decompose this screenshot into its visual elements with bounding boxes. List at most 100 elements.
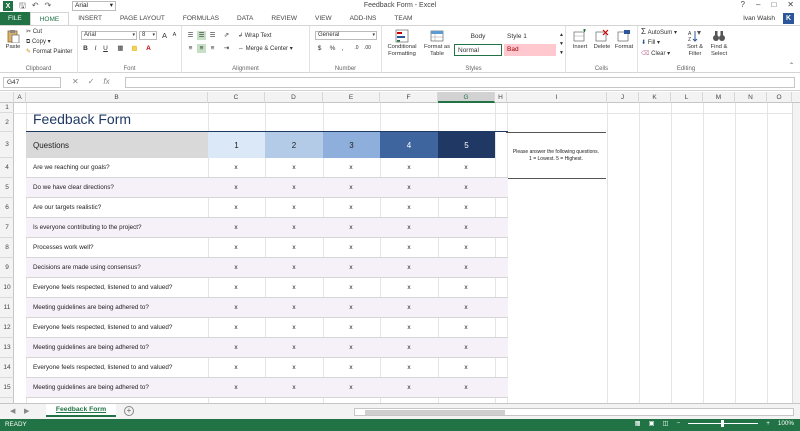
cut-button[interactable]: ✂ Cut xyxy=(26,28,42,36)
score-cell-1[interactable]: x xyxy=(226,338,246,358)
align-bottom-icon[interactable]: ☰ xyxy=(208,31,217,40)
comma-button[interactable]: , xyxy=(338,44,347,53)
column-header[interactable]: O xyxy=(767,92,792,103)
score-cell-1[interactable]: x xyxy=(226,318,246,338)
score-cell-1[interactable]: x xyxy=(226,358,246,378)
row-header[interactable]: 14 xyxy=(0,358,14,378)
indent-icon[interactable]: ⇥ xyxy=(222,44,231,53)
column-header[interactable]: M xyxy=(703,92,735,103)
score-cell-5[interactable]: x xyxy=(456,258,476,278)
score-cell-2[interactable]: x xyxy=(284,358,304,378)
align-top-icon[interactable]: ☰ xyxy=(186,31,195,40)
score-cell-4[interactable]: x xyxy=(399,218,419,238)
row-header[interactable]: 15 xyxy=(0,378,14,398)
column-header-selected[interactable]: G xyxy=(438,92,495,103)
score-cell-5[interactable]: x xyxy=(456,358,476,378)
score-cell-3[interactable]: x xyxy=(341,278,361,298)
row-header[interactable]: 11 xyxy=(0,298,14,318)
score-cell-3[interactable]: x xyxy=(341,178,361,198)
tab-data[interactable]: DATA xyxy=(228,12,262,25)
tab-insert[interactable]: INSERT xyxy=(69,12,111,25)
score-cell-2[interactable]: x xyxy=(284,158,304,178)
row-header[interactable]: 12 xyxy=(0,318,14,338)
score-cell-4[interactable]: x xyxy=(399,278,419,298)
table-row[interactable]: Are we reaching our goals? x x x x x xyxy=(26,158,508,178)
score-cell-5[interactable]: x xyxy=(456,378,476,398)
percent-button[interactable]: % xyxy=(328,44,337,53)
table-row[interactable]: Everyone feels respected, listened to an… xyxy=(26,318,508,338)
table-row[interactable]: Meeting guidelines are being adhered to?… xyxy=(26,298,508,318)
name-box[interactable]: G47 xyxy=(3,77,61,88)
formula-input[interactable] xyxy=(125,77,795,88)
row-header[interactable]: 9 xyxy=(0,258,14,278)
borders-icon[interactable]: ▦ xyxy=(116,44,125,53)
tab-page-layout[interactable]: PAGE LAYOUT xyxy=(111,12,174,25)
zoom-in-icon[interactable]: + xyxy=(766,420,770,427)
font-name-dropdown[interactable]: Arial ▾ xyxy=(81,31,137,40)
score-cell-1[interactable]: x xyxy=(226,218,246,238)
column-header[interactable]: C xyxy=(208,92,265,103)
score-cell-5[interactable]: x xyxy=(456,278,476,298)
score-cell-4[interactable]: x xyxy=(399,318,419,338)
row-header[interactable]: 3 xyxy=(0,132,14,158)
score-cell-2[interactable]: x xyxy=(284,318,304,338)
tab-team[interactable]: TEAM xyxy=(385,12,421,25)
table-row[interactable]: Everyone feels respected, listened to an… xyxy=(26,278,508,298)
score-cell-5[interactable]: x xyxy=(456,318,476,338)
score-cell-3[interactable]: x xyxy=(341,318,361,338)
vertical-scrollbar[interactable] xyxy=(792,103,800,403)
table-row[interactable]: Decisions are made using consensus? x x x x x xyxy=(26,258,508,278)
tab-formulas[interactable]: FORMULAS xyxy=(174,12,228,25)
page-layout-view-icon[interactable]: ▣ xyxy=(649,420,655,427)
score-cell-4[interactable]: x xyxy=(399,258,419,278)
score-cell-2[interactable]: x xyxy=(284,258,304,278)
score-cell-1[interactable]: x xyxy=(226,198,246,218)
zoom-slider-knob[interactable] xyxy=(721,420,725,427)
score-cell-3[interactable]: x xyxy=(341,378,361,398)
table-row[interactable]: Is everyone contributing to the project?… xyxy=(26,218,508,238)
wrap-text-button[interactable]: ↲ Wrap Text xyxy=(238,32,272,40)
score-cell-3[interactable]: x xyxy=(341,258,361,278)
clear-button[interactable]: ⌫ Clear ▾ xyxy=(641,50,670,58)
style-body[interactable]: Body xyxy=(454,31,502,43)
score-cell-4[interactable]: x xyxy=(399,238,419,258)
align-center-icon[interactable]: ≡ xyxy=(197,44,206,53)
normal-view-icon[interactable]: ▦ xyxy=(635,420,641,427)
score-cell-2[interactable]: x xyxy=(284,338,304,358)
score-cell-4[interactable]: x xyxy=(399,178,419,198)
row-header[interactable]: 1 xyxy=(0,103,14,113)
scroll-thumb[interactable] xyxy=(365,410,505,415)
score-cell-3[interactable]: x xyxy=(341,358,361,378)
autosum-button[interactable]: Σ AutoSum ▾ xyxy=(641,28,677,37)
score-cell-2[interactable]: x xyxy=(284,378,304,398)
tab-home[interactable]: HOME xyxy=(29,12,70,25)
format-painter-button[interactable]: ✎ Format Painter xyxy=(26,48,72,56)
add-sheet-button[interactable]: + xyxy=(124,406,134,416)
column-header[interactable]: L xyxy=(671,92,703,103)
table-row[interactable]: Everyone feels respected, listened to an… xyxy=(26,358,508,378)
bold-button[interactable]: B xyxy=(81,44,90,53)
fill-button[interactable]: ⬇ Fill ▾ xyxy=(641,39,660,47)
styles-scroll-down-icon[interactable]: ▼ xyxy=(557,40,566,49)
fill-color-icon[interactable]: ▩ xyxy=(130,44,139,53)
tab-review[interactable]: REVIEW xyxy=(262,12,306,25)
column-header[interactable]: N xyxy=(735,92,767,103)
score-cell-2[interactable]: x xyxy=(284,278,304,298)
column-header[interactable]: D xyxy=(265,92,323,103)
column-header[interactable]: F xyxy=(380,92,438,103)
increase-decimal-icon[interactable]: .0 xyxy=(352,44,361,53)
row-header[interactable]: 13 xyxy=(0,338,14,358)
merge-center-button[interactable]: ⇔ Merge & Center ▾ xyxy=(238,45,293,53)
score-cell-1[interactable]: x xyxy=(226,298,246,318)
decrease-decimal-icon[interactable]: .00 xyxy=(363,44,372,53)
score-cell-1[interactable]: x xyxy=(226,158,246,178)
conditional-formatting-button[interactable]: Conditional Formatting xyxy=(385,29,419,58)
font-color-icon[interactable]: A xyxy=(144,44,153,53)
score-cell-2[interactable]: x xyxy=(284,178,304,198)
help-button[interactable]: ? xyxy=(741,0,745,9)
score-cell-5[interactable]: x xyxy=(456,198,476,218)
table-row[interactable]: Do we have clear directions? x x x x x xyxy=(26,178,508,198)
minimize-button[interactable]: – xyxy=(756,0,760,9)
underline-button[interactable]: U xyxy=(101,44,110,53)
confirm-icon[interactable]: ✓ xyxy=(88,76,95,88)
